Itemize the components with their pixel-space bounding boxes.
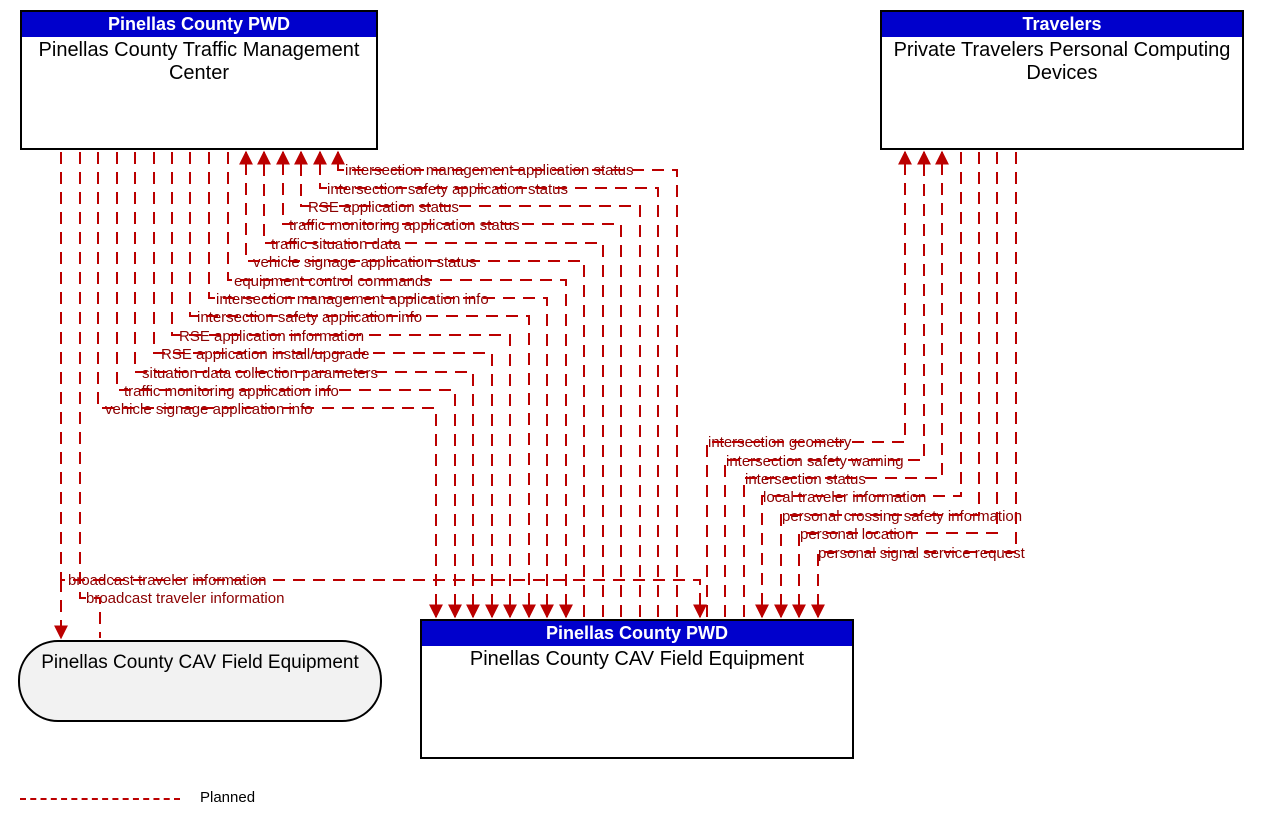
entity-cav-field-box: Pinellas County PWD Pinellas County CAV … [420, 619, 854, 759]
entity-travelers: Travelers Private Travelers Personal Com… [880, 10, 1244, 150]
flow-label: intersection status [745, 472, 866, 487]
flow-label: RSE application information [179, 329, 364, 344]
flow-label: traffic monitoring application info [124, 384, 339, 399]
flow-label: intersection safety application status [327, 182, 568, 197]
entity-tmc-title: Pinellas County Traffic Management Cente… [22, 37, 376, 87]
flow-label: RSE application status [308, 200, 459, 215]
flow-label: intersection geometry [708, 435, 851, 450]
entity-cav-field-box-header: Pinellas County PWD [422, 621, 852, 646]
entity-cav-field-oval: Pinellas County CAV Field Equipment [18, 640, 382, 722]
flow-label: traffic monitoring application status [289, 218, 520, 233]
flow-label: intersection safety warning [726, 454, 904, 469]
flow-label: personal location [800, 527, 913, 542]
flow-label: vehicle signage application status [253, 255, 476, 270]
flow-label: intersection management application info [216, 292, 489, 307]
entity-travelers-header: Travelers [882, 12, 1242, 37]
flow-label: intersection safety application info [197, 310, 422, 325]
flow-label: traffic situation data [271, 237, 401, 252]
legend-line [20, 798, 180, 800]
entity-tmc-header: Pinellas County PWD [22, 12, 376, 37]
entity-cav-field-oval-title: Pinellas County CAV Field Equipment [33, 642, 367, 676]
flow-label: broadcast traveler information [68, 573, 266, 588]
entity-tmc: Pinellas County PWD Pinellas County Traf… [20, 10, 378, 150]
legend-label: Planned [200, 789, 255, 806]
entity-cav-field-box-title: Pinellas County CAV Field Equipment [422, 646, 852, 673]
flow-label: vehicle signage application info [105, 402, 313, 417]
flow-label: situation data collection parameters [142, 366, 378, 381]
entity-travelers-title: Private Travelers Personal Computing Dev… [882, 37, 1242, 87]
flow-label: local traveler information [763, 490, 926, 505]
flow-label: RSE application install/upgrade [161, 347, 369, 362]
flow-label: personal crossing safety information [782, 509, 1022, 524]
flow-label: broadcast traveler information [86, 591, 284, 606]
flow-label: intersection management application stat… [345, 163, 634, 178]
flow-label: equipment control commands [234, 274, 431, 289]
flow-label: personal signal service request [818, 546, 1025, 561]
